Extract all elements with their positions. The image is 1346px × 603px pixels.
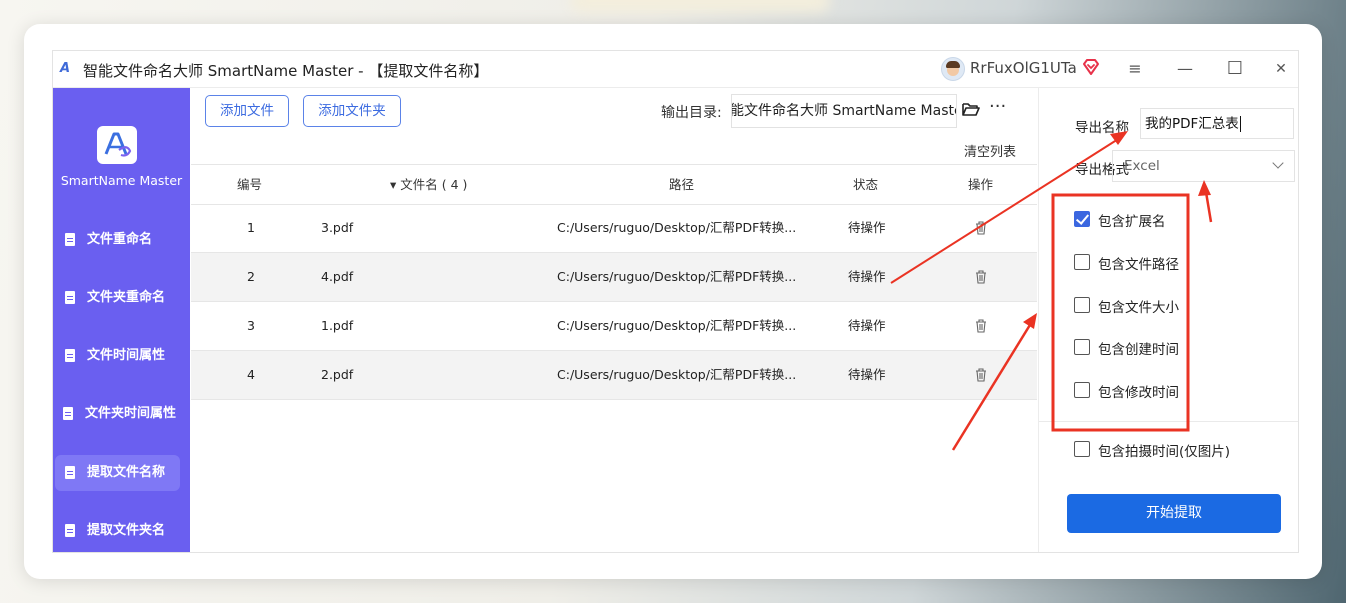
clear-list-button[interactable]: 清空列表 — [964, 141, 1016, 160]
background-glow — [570, 0, 830, 12]
include-size-label[interactable]: 包含文件大小 — [1098, 296, 1179, 316]
add-file-button[interactable]: 添加文件 — [205, 95, 289, 127]
title-bar: A 智能文件命名大师 SmartName Master - 【提取文件名称】 R… — [53, 51, 1298, 88]
table-header: 编号 ▾ 文件名 ( 4 ) 路径 状态 操作 — [191, 164, 1037, 205]
table-row[interactable]: 2 4.pdf C:/Users/ruguo/Desktop/汇帮PDF转换..… — [191, 253, 1037, 302]
header-status: 状态 — [853, 177, 879, 192]
sidebar-logo-text: SmartName Master — [60, 173, 183, 188]
minimize-icon[interactable]: — — [1173, 57, 1197, 81]
file-icon — [63, 407, 73, 420]
app-window: A 智能文件命名大师 SmartName Master - 【提取文件名称】 R… — [52, 50, 1299, 553]
start-extract-button[interactable]: 开始提取 — [1067, 494, 1281, 533]
vip-diamond-icon[interactable] — [1081, 57, 1101, 77]
sidebar-item-label: 文件重命名 — [87, 232, 153, 247]
username[interactable]: RrFuxOlG1UTa — [970, 59, 1077, 77]
trash-icon[interactable] — [975, 319, 987, 333]
sidebar-item-label: 提取文件夹名 — [87, 523, 166, 538]
app-logo-icon: A — [60, 61, 71, 76]
app-logo — [97, 126, 137, 164]
cell-filename: 4.pdf — [321, 269, 354, 284]
cell-path: C:/Users/ruguo/Desktop/汇帮PDF转换... — [557, 220, 797, 235]
maximize-icon[interactable]: ☐ — [1223, 57, 1247, 81]
sidebar-item-file-rename[interactable]: 文件重命名 — [55, 222, 180, 258]
cell-status: 待操作 — [848, 220, 886, 235]
include-extension-checkbox[interactable] — [1074, 211, 1090, 227]
cell-index: 4 — [247, 367, 255, 382]
sidebar: SmartName Master 文件重命名 文件夹重命名 文件时间属性 文件夹… — [53, 88, 190, 552]
sidebar-item-folder-time[interactable]: 文件夹时间属性 — [55, 396, 180, 432]
trash-icon[interactable] — [975, 368, 987, 382]
sidebar-item-label: 文件夹时间属性 — [85, 406, 177, 421]
menu-icon[interactable]: ≡ — [1123, 57, 1147, 81]
window-title: 智能文件命名大师 SmartName Master - 【提取文件名称】 — [83, 62, 489, 80]
cell-index: 3 — [247, 318, 255, 333]
avatar[interactable] — [941, 57, 965, 81]
export-format-select[interactable]: Excel — [1112, 150, 1295, 182]
header-filename[interactable]: ▾ 文件名 ( 4 ) — [390, 165, 467, 204]
cell-index: 1 — [247, 220, 255, 235]
more-icon[interactable]: ··· — [989, 96, 1006, 117]
export-format-value: Excel — [1124, 158, 1160, 174]
export-settings-panel: 导出名称 我的PDF汇总表 导出格式 Excel 包含扩展名 包含文件路径 包含… — [1038, 88, 1298, 552]
file-icon — [65, 291, 75, 304]
sidebar-item-extract-foldername[interactable]: 提取文件夹名 — [55, 513, 180, 549]
include-modified-checkbox[interactable] — [1074, 382, 1090, 398]
file-icon — [65, 233, 75, 246]
cell-index: 2 — [247, 269, 255, 284]
include-size-checkbox[interactable] — [1074, 297, 1090, 313]
include-created-label[interactable]: 包含创建时间 — [1098, 338, 1179, 358]
table-row[interactable]: 3 1.pdf C:/Users/ruguo/Desktop/汇帮PDF转换..… — [191, 302, 1037, 351]
trash-icon[interactable] — [975, 221, 987, 235]
include-path-checkbox[interactable] — [1074, 254, 1090, 270]
sidebar-item-label: 提取文件名称 — [87, 465, 166, 480]
include-modified-label[interactable]: 包含修改时间 — [1098, 381, 1179, 401]
file-icon — [65, 466, 75, 479]
header-index: 编号 — [237, 177, 263, 192]
table-row[interactable]: 4 2.pdf C:/Users/ruguo/Desktop/汇帮PDF转换..… — [191, 351, 1037, 400]
cell-status: 待操作 — [848, 269, 886, 284]
export-name-input[interactable]: 我的PDF汇总表 — [1140, 108, 1294, 139]
include-shot-time-checkbox[interactable] — [1074, 441, 1090, 457]
sidebar-item-label: 文件夹重命名 — [87, 290, 166, 305]
header-path: 路径 — [669, 177, 695, 192]
export-name-value: 我的PDF汇总表 — [1145, 116, 1239, 132]
trash-icon[interactable] — [975, 270, 987, 284]
cell-filename: 1.pdf — [321, 318, 354, 333]
include-path-label[interactable]: 包含文件路径 — [1098, 253, 1179, 273]
include-created-checkbox[interactable] — [1074, 339, 1090, 355]
add-folder-button[interactable]: 添加文件夹 — [303, 95, 401, 127]
table-row[interactable]: 1 3.pdf C:/Users/ruguo/Desktop/汇帮PDF转换..… — [191, 204, 1037, 253]
cell-path: C:/Users/ruguo/Desktop/汇帮PDF转换... — [557, 318, 797, 333]
output-dir-label: 输出目录: — [661, 105, 722, 121]
header-action: 操作 — [968, 177, 994, 192]
sidebar-item-folder-rename[interactable]: 文件夹重命名 — [55, 280, 180, 316]
file-icon — [65, 349, 75, 362]
divider — [1039, 421, 1298, 422]
cell-path: C:/Users/ruguo/Desktop/汇帮PDF转换... — [557, 269, 797, 284]
cell-filename: 2.pdf — [321, 367, 354, 382]
chevron-down-icon — [1272, 157, 1284, 169]
include-shot-time-label[interactable]: 包含拍摄时间(仅图片) — [1098, 440, 1230, 460]
cell-filename: 3.pdf — [321, 220, 354, 235]
cell-status: 待操作 — [848, 367, 886, 382]
sidebar-item-file-time[interactable]: 文件时间属性 — [55, 338, 180, 374]
sidebar-item-label: 文件时间属性 — [87, 348, 166, 363]
export-name-label: 导出名称 — [1075, 120, 1129, 136]
sidebar-item-extract-filename[interactable]: 提取文件名称 — [55, 455, 180, 491]
close-icon[interactable]: ✕ — [1269, 57, 1293, 81]
output-dir-field[interactable]: 能文件命名大师 SmartName Master — [731, 94, 957, 128]
cell-status: 待操作 — [848, 318, 886, 333]
file-icon — [65, 524, 75, 537]
include-extension-label[interactable]: 包含扩展名 — [1098, 210, 1166, 230]
folder-open-icon[interactable] — [962, 102, 980, 116]
cell-path: C:/Users/ruguo/Desktop/汇帮PDF转换... — [557, 367, 797, 382]
